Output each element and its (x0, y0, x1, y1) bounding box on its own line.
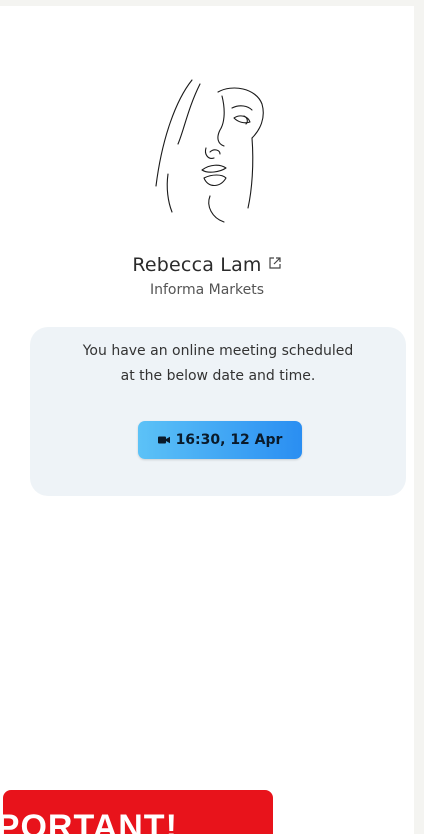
line-art-face-avatar-icon (155, 79, 264, 223)
meeting-time-button[interactable]: 16:30, 12 Apr (138, 421, 302, 459)
external-link-icon[interactable] (268, 256, 282, 270)
important-banner-text: IMPORTANT! (3, 808, 178, 834)
important-banner: IMPORTANT! (3, 790, 273, 834)
contact-name: Rebecca Lam (132, 254, 262, 276)
video-camera-icon (157, 436, 170, 444)
meeting-message-line-2: at the below date and time. (120, 368, 316, 384)
contact-name-row: Rebecca Lam (0, 254, 414, 276)
meeting-message: You have an online meeting scheduled at … (30, 339, 406, 389)
meeting-message-line-1: You have an online meeting scheduled (82, 343, 354, 359)
meeting-card: You have an online meeting scheduled at … (30, 327, 406, 496)
meeting-time-label: 16:30, 12 Apr (175, 432, 283, 448)
company-name: Informa Markets (149, 282, 265, 298)
profile-panel: Rebecca Lam Informa Markets You have an … (0, 6, 414, 834)
